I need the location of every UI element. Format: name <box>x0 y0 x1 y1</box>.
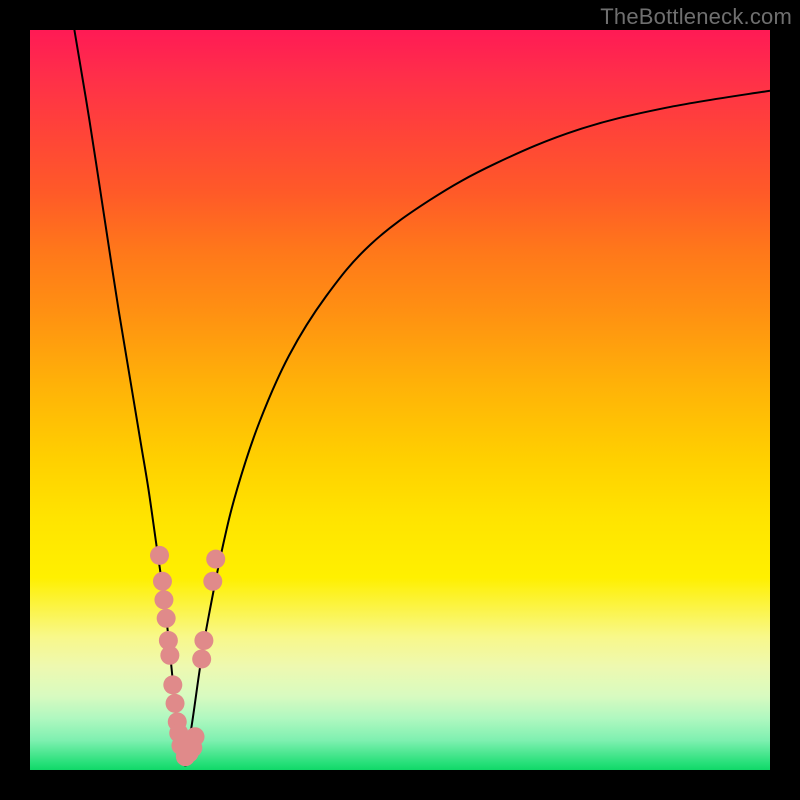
data-marker <box>194 631 213 650</box>
data-marker <box>154 590 173 609</box>
plot-area <box>30 30 770 770</box>
watermark-text: TheBottleneck.com <box>600 4 792 30</box>
curve-right-branch <box>185 91 770 767</box>
data-marker <box>150 546 169 565</box>
data-marker <box>166 694 185 713</box>
data-marker <box>206 550 225 569</box>
curve-markers <box>150 546 225 766</box>
data-marker <box>163 675 182 694</box>
data-marker <box>160 646 179 665</box>
data-marker <box>203 572 222 591</box>
data-marker <box>186 727 205 746</box>
chart-svg <box>30 30 770 770</box>
outer-frame: TheBottleneck.com <box>0 0 800 800</box>
data-marker <box>192 650 211 669</box>
data-marker <box>153 572 172 591</box>
data-marker <box>157 609 176 628</box>
